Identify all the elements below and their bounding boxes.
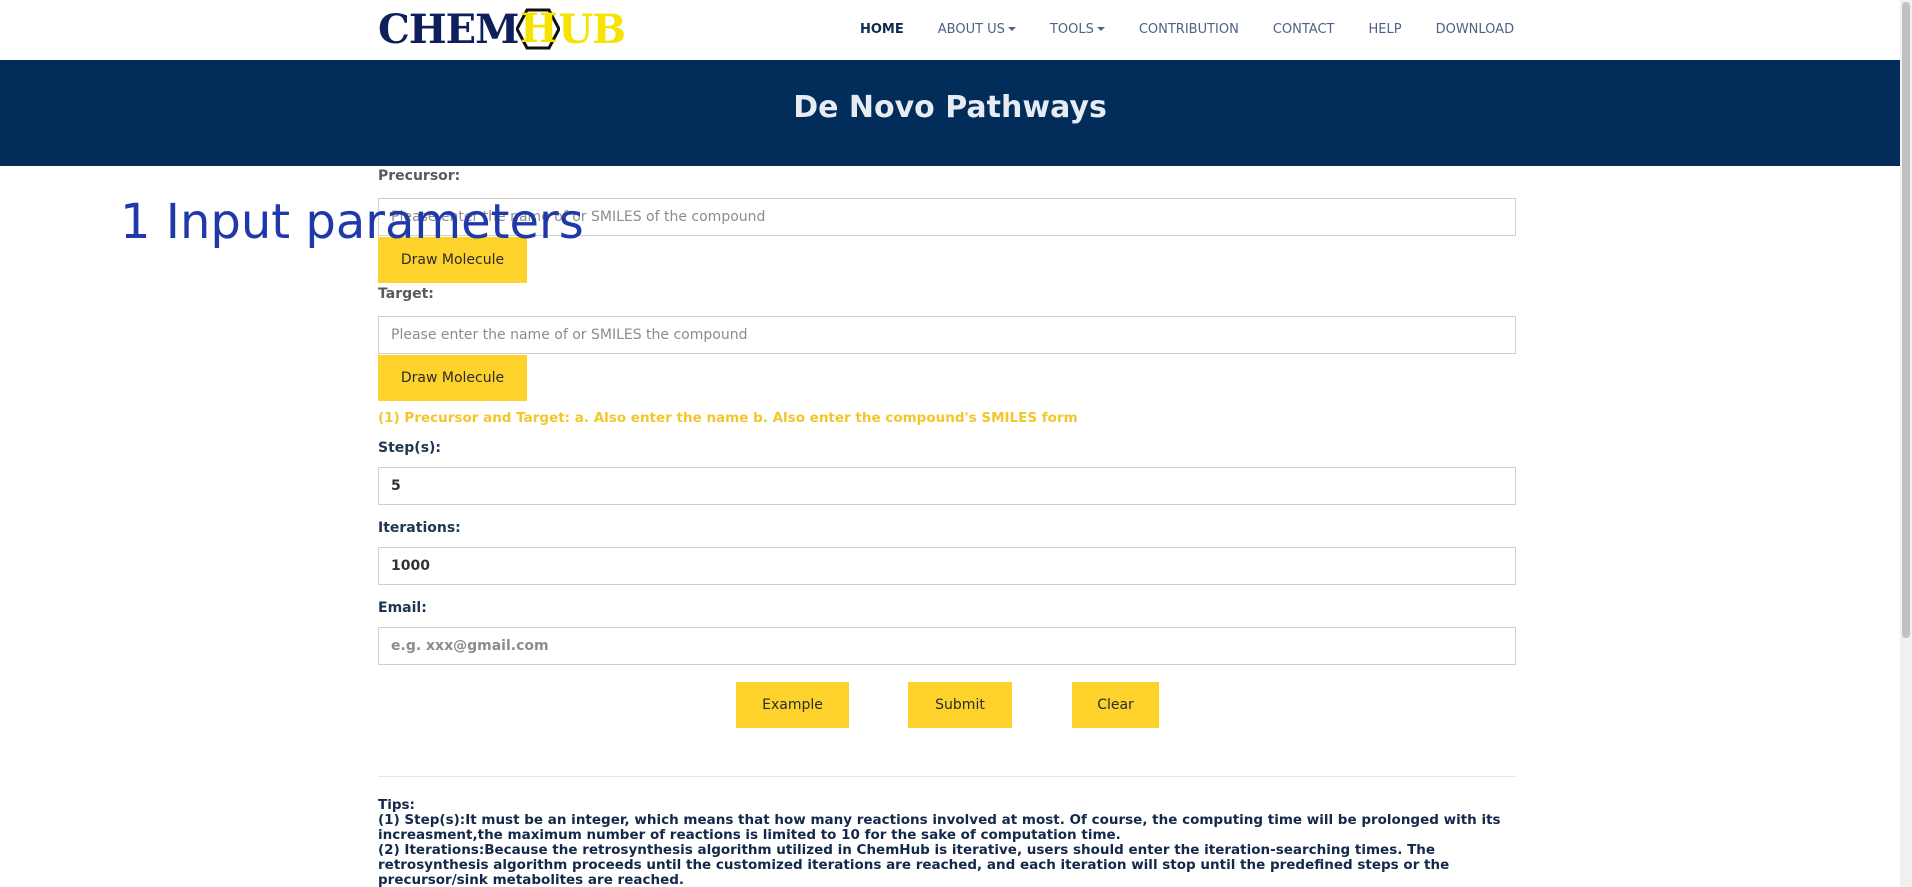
logo-hex-letter: H <box>520 5 558 52</box>
steps-input[interactable] <box>378 467 1516 505</box>
page: CHEM H UB HOME ABOUT US TOOLS CONTRIBUTI… <box>0 0 1912 887</box>
email-label: Email: <box>378 600 427 616</box>
logo-text-chem: CHEM <box>378 5 519 53</box>
nav-help[interactable]: HELP <box>1369 22 1402 37</box>
steps-label: Step(s): <box>378 440 442 456</box>
clear-button[interactable]: Clear <box>1072 682 1159 728</box>
tips-title: Tips: <box>378 797 415 813</box>
nav-download[interactable]: DOWNLOAD <box>1436 22 1515 37</box>
tips-section: Tips: (1) Step(s):It must be an integer,… <box>378 798 1508 887</box>
caret-down-icon <box>1007 27 1016 31</box>
chemhub-logo[interactable]: CHEM H UB <box>378 4 626 54</box>
caret-down-icon <box>1096 27 1105 31</box>
main-nav: HOME ABOUT US TOOLS CONTRIBUTION CONTACT… <box>860 0 1548 58</box>
page-scrollbar[interactable] <box>1900 0 1912 887</box>
navbar: CHEM H UB HOME ABOUT US TOOLS CONTRIBUTI… <box>0 0 1900 60</box>
nav-home[interactable]: HOME <box>860 22 904 37</box>
submit-button[interactable]: Submit <box>908 682 1012 728</box>
scrollbar-thumb[interactable] <box>1902 2 1910 638</box>
page-header-band: De Novo Pathways <box>0 60 1900 166</box>
nav-contribution[interactable]: CONTRIBUTION <box>1139 22 1239 37</box>
precursor-target-hint: (1) Precursor and Target: a. Also enter … <box>378 410 1078 426</box>
target-label: Target: <box>378 286 434 302</box>
annotation-label: 1 Input parameters <box>120 194 584 250</box>
nav-about-us[interactable]: ABOUT US <box>938 22 1016 37</box>
draw-molecule-target-button[interactable]: Draw Molecule <box>378 355 527 401</box>
nav-tools-label: TOOLS <box>1049 21 1094 37</box>
nav-contact[interactable]: CONTACT <box>1273 22 1335 37</box>
iterations-label: Iterations: <box>378 520 461 536</box>
iterations-input[interactable] <box>378 547 1516 585</box>
target-input[interactable] <box>378 316 1516 354</box>
tip-steps: (1) Step(s):It must be an integer, which… <box>378 812 1501 843</box>
email-input[interactable] <box>378 627 1516 665</box>
nav-tools[interactable]: TOOLS <box>1050 22 1105 37</box>
page-title: De Novo Pathways <box>793 90 1107 125</box>
logo-hexagon-icon: H <box>516 5 561 52</box>
section-divider <box>378 776 1516 777</box>
precursor-label: Precursor: <box>378 168 461 184</box>
nav-about-us-label: ABOUT US <box>937 21 1005 37</box>
example-button[interactable]: Example <box>736 682 849 728</box>
tip-iterations: (2) Iterations:Because the retrosynthesi… <box>378 842 1450 887</box>
logo-text-hub: UB <box>558 5 626 53</box>
